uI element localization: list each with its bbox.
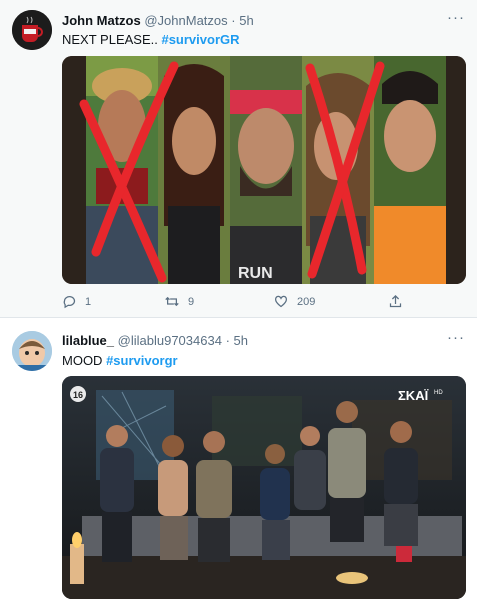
retweet-icon <box>165 296 179 307</box>
tweet-body: NEXT PLEASE.. <box>62 32 162 47</box>
channel-logo-sub: HD <box>434 390 443 396</box>
hashtag-link[interactable]: #survivorgr <box>106 353 178 368</box>
cross-stroke <box>305 63 367 275</box>
tweet[interactable]: John Matzos @JohnMatzos · 5h ··· NEXT PL… <box>0 0 477 318</box>
separator: · <box>231 13 236 28</box>
timestamp[interactable]: 5h <box>234 333 248 348</box>
user-handle[interactable]: @JohnMatzos <box>144 13 227 28</box>
display-name[interactable]: John Matzos <box>62 13 141 28</box>
red-cross-overlay <box>79 61 385 283</box>
retweet-count: 9 <box>188 295 195 308</box>
channel-logo: ΣΚΑΪ <box>398 388 429 403</box>
tweet-header: lilablue_ @lilablu97034634 · 5h <box>62 333 248 348</box>
display-name[interactable]: lilablue_ <box>62 333 114 348</box>
tweet-header: John Matzos @JohnMatzos · 5h <box>62 13 254 28</box>
reply-count: 1 <box>85 295 92 308</box>
heart-icon <box>274 295 288 308</box>
tweet[interactable]: lilablue_ @lilablu97034634 · 5h ··· MOOD… <box>0 319 477 600</box>
reply-button[interactable]: 1 <box>62 294 91 309</box>
more-options-icon[interactable]: ··· <box>447 329 465 346</box>
tweet-text: MOOD #survivorgr <box>62 353 178 368</box>
user-handle[interactable]: @lilablu97034634 <box>118 333 222 348</box>
share-icon <box>389 294 402 308</box>
tweet-video[interactable]: 16 ΣΚΑΪ HD <box>62 376 466 599</box>
share-button[interactable] <box>388 294 403 309</box>
retweet-button[interactable]: 9 <box>164 294 194 309</box>
like-count: 209 <box>297 295 316 308</box>
tweet-body: MOOD <box>62 353 107 368</box>
age-rating: 16 <box>73 390 83 400</box>
hashtag-link[interactable]: #survivorGR <box>161 32 239 47</box>
avatar[interactable] <box>12 331 52 371</box>
avatar[interactable] <box>12 10 52 50</box>
timestamp[interactable]: 5h <box>239 13 253 28</box>
tweet-actions: 1 9 209 <box>62 294 442 312</box>
video-frame: 16 ΣΚΑΪ HD <box>62 376 466 599</box>
reply-icon <box>63 296 76 309</box>
tweet-photo[interactable]: RUN <box>62 56 466 284</box>
like-button[interactable]: 209 <box>273 294 315 309</box>
more-options-icon[interactable]: ··· <box>447 9 465 26</box>
separator: · <box>225 333 230 348</box>
tweet-text: NEXT PLEASE.. #survivorGR <box>62 32 240 47</box>
